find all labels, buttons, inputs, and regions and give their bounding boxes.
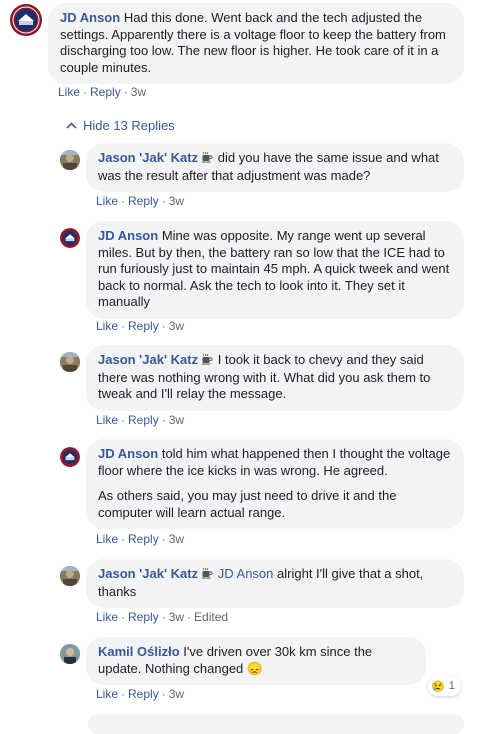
- reply-button[interactable]: Reply: [128, 687, 159, 701]
- like-button[interactable]: Like: [96, 532, 118, 546]
- reply-button[interactable]: Reply: [128, 610, 159, 624]
- timestamp[interactable]: 3w: [169, 194, 184, 208]
- avatar[interactable]: [60, 228, 80, 248]
- comment-actions: Like · Reply · 3w: [58, 85, 147, 99]
- avatar[interactable]: [60, 447, 80, 467]
- hide-replies-button[interactable]: Hide 13 Replies: [66, 117, 175, 133]
- avatar[interactable]: [60, 644, 80, 664]
- mention-link[interactable]: JD Anson: [218, 566, 274, 581]
- avatar[interactable]: [60, 352, 80, 372]
- timestamp[interactable]: 3w: [169, 319, 184, 333]
- comment-actions: Like · Reply · 3w · Edited: [96, 610, 229, 624]
- like-button[interactable]: Like: [96, 687, 118, 701]
- avatar[interactable]: [10, 4, 42, 36]
- avatar[interactable]: [60, 150, 80, 170]
- reaction-count: 1: [448, 680, 455, 692]
- author-name[interactable]: JD Anson: [98, 228, 158, 243]
- reply-button[interactable]: Reply: [128, 413, 159, 427]
- comment-bubble: Jason 'Jak' Katz JD Anson alright I'll g…: [86, 559, 464, 608]
- timestamp[interactable]: 3w: [169, 413, 184, 427]
- comment-actions: Like · Reply · 3w: [96, 532, 185, 546]
- hide-replies-label: Hide 13 Replies: [83, 118, 175, 133]
- like-button[interactable]: Like: [96, 610, 118, 624]
- chevron-up-icon: [66, 117, 77, 132]
- comment-bubble: JD Anson Had this done. Went back and th…: [48, 3, 464, 84]
- reaction-badge[interactable]: 😢 1: [428, 676, 461, 696]
- comment-bubble: JD Anson told him what happened then I t…: [86, 439, 464, 529]
- comment-actions: Like · Reply · 3w: [96, 194, 185, 208]
- like-button[interactable]: Like: [96, 194, 118, 208]
- edited-label[interactable]: Edited: [194, 610, 228, 624]
- reply-button[interactable]: Reply: [128, 194, 159, 208]
- comment-bubble: Kamil Oślizło I've driven over 30k km si…: [86, 637, 426, 685]
- author-name[interactable]: Jason 'Jak' Katz: [98, 150, 198, 165]
- comment-actions: Like · Reply · 3w: [96, 413, 185, 427]
- reply-button[interactable]: Reply: [90, 85, 121, 99]
- reply-button[interactable]: Reply: [128, 319, 159, 333]
- comment-bubble: Jason 'Jak' Katz I took it back to chevy…: [86, 345, 464, 411]
- avatar[interactable]: [60, 566, 80, 586]
- author-name[interactable]: Jason 'Jak' Katz: [98, 566, 198, 581]
- like-button[interactable]: Like: [58, 85, 80, 99]
- like-button[interactable]: Like: [96, 413, 118, 427]
- next-comment-bubble: [88, 714, 464, 734]
- author-name[interactable]: JD Anson: [98, 446, 158, 461]
- comment-text-paragraph-2: As others said, you may just need to dri…: [98, 488, 397, 520]
- timestamp[interactable]: 3w: [169, 532, 184, 546]
- crying-face-icon: 😢: [431, 680, 445, 693]
- coffee-icon: [201, 353, 213, 370]
- timestamp[interactable]: 3w: [131, 85, 146, 99]
- author-name[interactable]: Kamil Oślizło: [98, 644, 180, 659]
- author-name[interactable]: Jason 'Jak' Katz: [98, 352, 198, 367]
- timestamp[interactable]: 3w: [169, 610, 184, 624]
- comment-actions: Like · Reply · 3w: [96, 687, 185, 701]
- timestamp[interactable]: 3w: [169, 687, 184, 701]
- comment-bubble: Jason 'Jak' Katz did you have the same i…: [86, 143, 464, 192]
- reply-button[interactable]: Reply: [128, 532, 159, 546]
- comment-actions: Like · Reply · 3w: [96, 319, 185, 333]
- comment-bubble: JD Anson Mine was opposite. My range wen…: [86, 221, 464, 319]
- coffee-icon: [201, 567, 213, 584]
- author-name[interactable]: JD Anson: [60, 10, 120, 25]
- coffee-icon: [201, 151, 213, 168]
- disappointed-face-emoji: 😞: [246, 660, 264, 676]
- like-button[interactable]: Like: [96, 319, 118, 333]
